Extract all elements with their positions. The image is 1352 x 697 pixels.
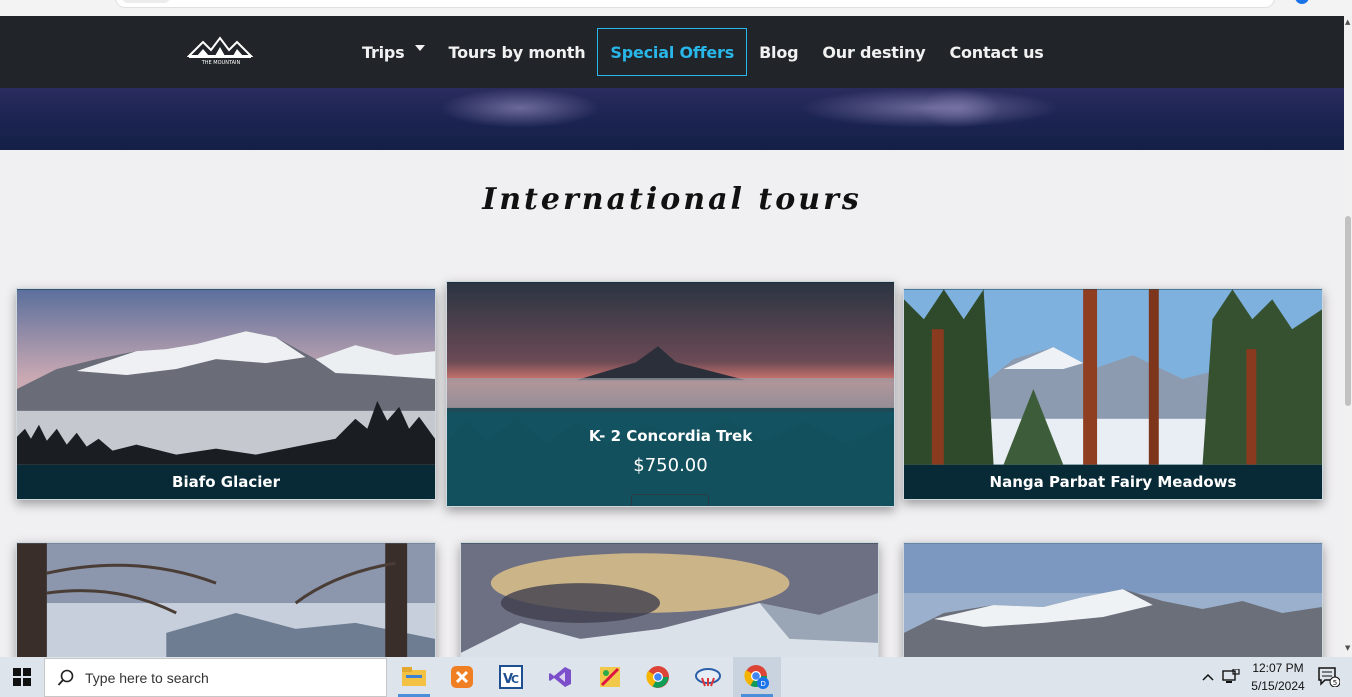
tour-card-hovered[interactable]: K- 2 Concordia Trek $750.00 xyxy=(446,281,895,507)
vscode-icon[interactable]: VC xyxy=(487,657,535,697)
search-placeholder: Type here to search xyxy=(85,669,209,686)
book-now-button[interactable] xyxy=(631,494,709,506)
address-bar-chip xyxy=(122,0,170,3)
nav-trips[interactable]: Trips xyxy=(350,28,437,76)
nav-tours-by-month[interactable]: Tours by month xyxy=(437,28,598,76)
logo-text: THE MOUNTAIN xyxy=(201,60,241,66)
nav-contact-us[interactable]: Contact us xyxy=(937,28,1055,76)
tour-card-price: $750.00 xyxy=(633,455,708,476)
clock-time: 12:07 PM xyxy=(1252,661,1304,675)
nav-blog[interactable]: Blog xyxy=(747,28,810,76)
scroll-down-icon[interactable]: ▼ xyxy=(1345,644,1350,652)
tour-card-title: Nanga Parbat Fairy Meadows xyxy=(989,472,1237,491)
browser-profile-icon[interactable] xyxy=(1295,0,1309,4)
tour-card-image xyxy=(461,543,878,671)
chrome-icon[interactable] xyxy=(634,657,682,697)
xampp-icon[interactable] xyxy=(438,657,486,697)
taskbar-search-input[interactable]: Type here to search xyxy=(44,658,387,697)
browser-top-bar xyxy=(0,0,1352,16)
system-tray xyxy=(1198,657,1244,697)
tour-card[interactable]: Biafo Glacier xyxy=(16,288,436,500)
notification-center-icon[interactable]: 5 xyxy=(1318,667,1341,688)
tour-card[interactable]: Nanga Parbat Fairy Meadows xyxy=(903,288,1323,500)
tour-card[interactable] xyxy=(903,542,1323,672)
search-icon xyxy=(57,669,74,686)
tour-card-title: Biafo Glacier xyxy=(172,472,280,491)
tour-card[interactable] xyxy=(460,542,879,672)
visual-studio-icon[interactable] xyxy=(536,657,584,697)
tour-card-image xyxy=(904,543,1322,671)
chevron-up-icon[interactable] xyxy=(1198,673,1218,681)
hero-banner xyxy=(0,88,1344,150)
chrome-profile-icon[interactable]: D xyxy=(733,657,781,697)
section-title: International tours xyxy=(482,182,862,217)
mountain-logo[interactable]: THE MOUNTAIN xyxy=(186,36,255,66)
tour-card-title: K- 2 Concordia Trek xyxy=(588,427,753,445)
chevron-down-icon xyxy=(414,45,425,51)
address-bar[interactable] xyxy=(115,0,1275,8)
scroll-up-icon[interactable]: ▲ xyxy=(1345,18,1350,26)
cloud-app-icon[interactable] xyxy=(684,657,732,697)
tour-card[interactable] xyxy=(16,542,436,672)
svg-text:D: D xyxy=(761,680,766,688)
paint-app-icon[interactable] xyxy=(586,657,634,697)
nav-trips-label: Trips xyxy=(362,42,405,62)
nav-special-offers[interactable]: Special Offers xyxy=(597,28,748,76)
site-navbar: THE MOUNTAIN Trips Tours by month Specia… xyxy=(0,16,1344,88)
windows-start-icon[interactable] xyxy=(0,657,44,697)
nav-menu: Trips Tours by month Special Offers Blog… xyxy=(350,16,1056,88)
notification-count: 5 xyxy=(1333,679,1337,687)
tour-card-image xyxy=(904,289,1322,465)
taskbar-clock[interactable]: 12:07 PM 5/15/2024 xyxy=(1240,659,1316,695)
windows-taskbar: Type here to search VC D 12:07 PM 5/15/2… xyxy=(0,657,1352,697)
file-explorer-icon[interactable] xyxy=(390,657,438,697)
clock-date: 5/15/2024 xyxy=(1251,679,1305,693)
scrollbar-thumb[interactable] xyxy=(1345,216,1351,406)
nav-our-destiny[interactable]: Our destiny xyxy=(810,28,937,76)
page-scrollbar[interactable] xyxy=(1344,16,1352,657)
tour-card-image xyxy=(17,543,435,671)
svg-text:C: C xyxy=(511,673,519,686)
tour-card-image xyxy=(17,289,435,465)
